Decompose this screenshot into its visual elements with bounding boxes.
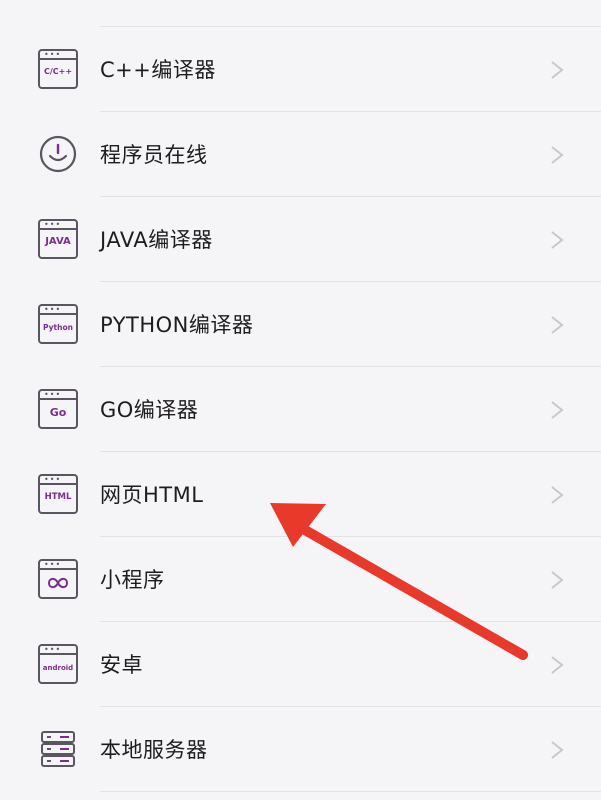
list-item-label: JAVA编译器 [100,228,213,252]
java-compiler-icon: ••• JAVA [38,219,78,259]
go-compiler-icon: ••• Go [38,389,78,429]
python-compiler-icon: ••• Python [38,304,78,344]
list-item-label: C++编译器 [100,58,216,82]
list-item-label: PYTHON编译器 [100,313,254,337]
list-item-python-compiler[interactable]: ••• Python PYTHON编译器 [0,282,601,367]
list-item-mini-program[interactable]: ••• 小程序 [0,537,601,622]
html-icon: ••• HTML [38,474,78,514]
menu-list: ••• C/C++ C++编译器 程序员在线 ••• JAVA JAVA编译器 … [0,0,601,800]
list-item-java-compiler[interactable]: ••• JAVA JAVA编译器 [0,197,601,282]
list-item-go-compiler[interactable]: ••• Go GO编译器 [0,367,601,452]
chevron-right-icon [551,146,564,164]
list-item-label: 小程序 [100,568,165,592]
list-item-local-server[interactable]: 本地服务器 [0,707,601,792]
previous-list-item[interactable] [0,0,601,27]
chevron-right-icon [551,231,564,249]
mini-program-icon: ••• [38,559,78,599]
list-item-programmer-online[interactable]: 程序员在线 [0,112,601,197]
chevron-right-icon [551,401,564,419]
divider [100,791,601,792]
chevron-right-icon [551,571,564,589]
list-item-cpp-compiler[interactable]: ••• C/C++ C++编译器 [0,27,601,112]
list-item-label: 网页HTML [100,483,204,507]
list-item-label: 程序员在线 [100,143,208,167]
list-item-label: 本地服务器 [100,738,208,762]
list-item-label: 安卓 [100,653,143,677]
list-item-html[interactable]: ••• HTML 网页HTML [0,452,601,537]
list-item-android[interactable]: ••• android 安卓 [0,622,601,707]
android-icon: ••• android [38,644,78,684]
chevron-right-icon [551,61,564,79]
chevron-right-icon [551,656,564,674]
list-item-label: GO编译器 [100,398,199,422]
cpp-compiler-icon: ••• C/C++ [38,49,78,89]
chevron-right-icon [551,741,564,759]
chevron-right-icon [551,486,564,504]
local-server-icon [41,731,75,767]
programmer-online-icon [39,135,77,173]
chevron-right-icon [551,316,564,334]
